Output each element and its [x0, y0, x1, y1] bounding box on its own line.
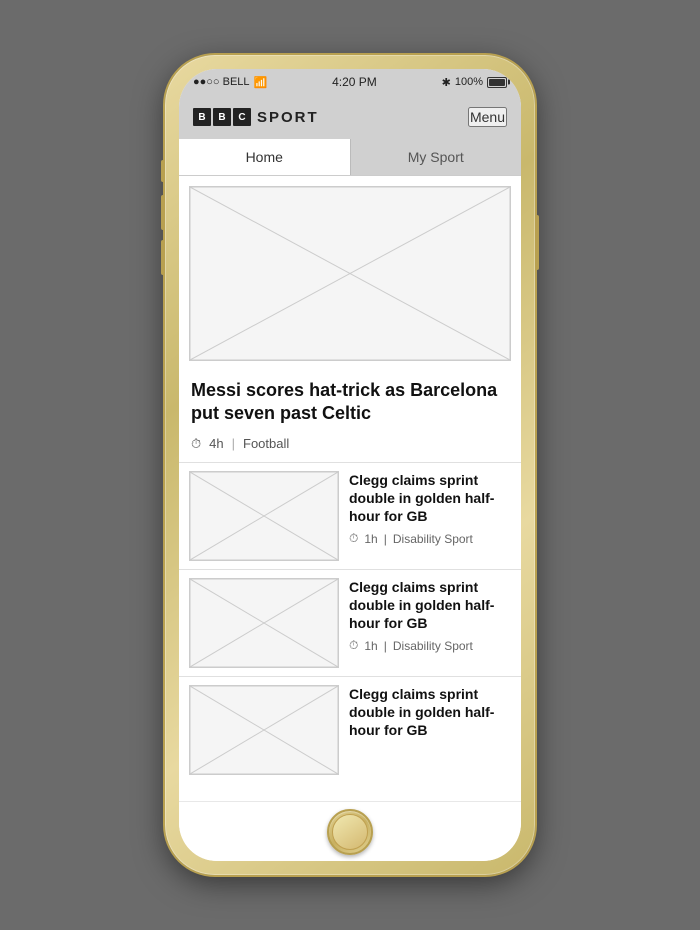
volume-up-button[interactable]: [161, 195, 165, 230]
news-thumbnail-2: [189, 578, 339, 668]
hero-image: [189, 186, 511, 361]
news-text-2: Clegg claims sprint double in golden hal…: [349, 578, 511, 668]
sport-label: SPORT: [257, 109, 319, 126]
news-title-2[interactable]: Clegg claims sprint double in golden hal…: [349, 578, 511, 633]
main-meta: ⏱ 4h | Football: [179, 430, 521, 462]
mute-button[interactable]: [161, 160, 165, 182]
home-button[interactable]: [327, 809, 373, 855]
thumb-placeholder-3: [190, 686, 338, 774]
volume-down-button[interactable]: [161, 240, 165, 275]
home-button-inner: [332, 814, 368, 850]
status-time: 4:20 PM: [332, 75, 377, 89]
news-title-1[interactable]: Clegg claims sprint double in golden hal…: [349, 471, 511, 526]
news-time-2: 1h: [364, 639, 377, 653]
bbc-c: C: [233, 108, 251, 126]
status-bar: ●●○○ BELL 📶 4:20 PM ✱ 100%: [179, 69, 521, 95]
list-item[interactable]: Clegg claims sprint double in golden hal…: [179, 569, 521, 676]
tab-my-sport[interactable]: My Sport: [351, 139, 522, 175]
news-text-3: Clegg claims sprint double in golden hal…: [349, 685, 511, 775]
bbc-boxes: B B C: [193, 108, 251, 126]
news-category-1: Disability Sport: [393, 532, 473, 546]
carrier-text: ●●○○ BELL: [193, 76, 250, 88]
meta-divider-2: |: [384, 532, 387, 546]
clock-icon-1: ⏱: [349, 531, 358, 546]
meta-divider-3: |: [384, 639, 387, 653]
clock-icon-2: ⏱: [349, 638, 358, 653]
tab-home[interactable]: Home: [179, 139, 351, 175]
home-button-area: [179, 801, 521, 861]
main-time: 4h: [209, 436, 223, 451]
bbc-b2: B: [213, 108, 231, 126]
news-text-1: Clegg claims sprint double in golden hal…: [349, 471, 511, 561]
status-left: ●●○○ BELL 📶: [193, 76, 267, 89]
app-header: B B C SPORT Menu: [179, 95, 521, 139]
clock-icon: ⏱: [191, 436, 201, 452]
meta-divider-1: |: [232, 436, 235, 451]
power-button[interactable]: [535, 215, 539, 270]
battery-percent: 100%: [455, 76, 483, 88]
news-title-3[interactable]: Clegg claims sprint double in golden hal…: [349, 685, 511, 740]
wifi-icon: 📶: [254, 76, 268, 89]
news-thumbnail-1: [189, 471, 339, 561]
news-time-1: 1h: [364, 532, 377, 546]
news-meta-1: ⏱ 1h | Disability Sport: [349, 531, 511, 546]
hero-placeholder: [190, 187, 510, 360]
bluetooth-icon: ✱: [442, 76, 451, 89]
status-right: ✱ 100%: [442, 76, 507, 89]
news-category-2: Disability Sport: [393, 639, 473, 653]
nav-tabs: Home My Sport: [179, 139, 521, 176]
battery-icon: [487, 77, 507, 88]
main-category: Football: [243, 436, 289, 451]
bbc-logo: B B C SPORT: [193, 108, 319, 126]
content-area[interactable]: Messi scores hat-trick as Barcelona put …: [179, 176, 521, 801]
news-thumbnail-3: [189, 685, 339, 775]
bbc-b1: B: [193, 108, 211, 126]
main-headline[interactable]: Messi scores hat-trick as Barcelona put …: [179, 371, 521, 430]
list-item[interactable]: Clegg claims sprint double in golden hal…: [179, 676, 521, 783]
list-item[interactable]: Clegg claims sprint double in golden hal…: [179, 462, 521, 569]
thumb-placeholder-2: [190, 579, 338, 667]
thumb-placeholder-1: [190, 472, 338, 560]
phone-screen: ●●○○ BELL 📶 4:20 PM ✱ 100% B B C SPORT: [179, 69, 521, 861]
phone-frame: ●●○○ BELL 📶 4:20 PM ✱ 100% B B C SPORT: [165, 55, 535, 875]
menu-button[interactable]: Menu: [468, 107, 507, 127]
news-meta-2: ⏱ 1h | Disability Sport: [349, 638, 511, 653]
